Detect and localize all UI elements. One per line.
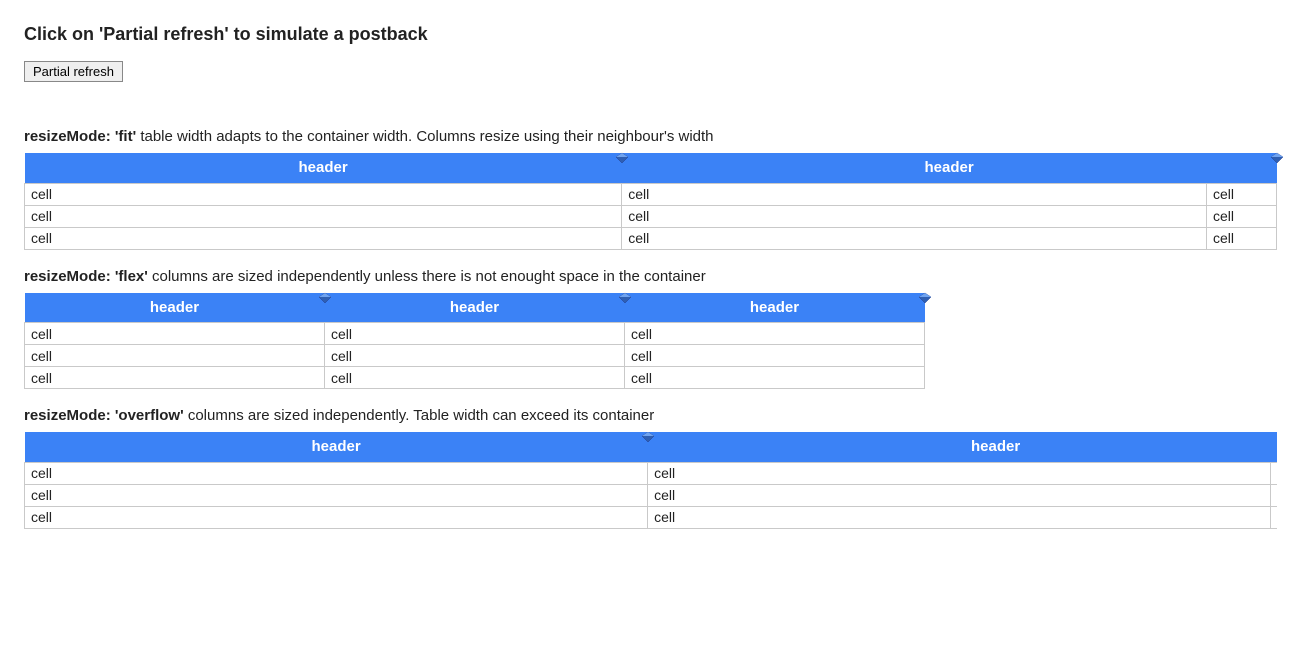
fit-desc-rest: table width adapts to the container widt… [136, 128, 713, 145]
table-cell: cell [1206, 183, 1276, 205]
overflow-header-row: header header [25, 432, 1278, 462]
table-row: cell cell cell [25, 227, 1277, 249]
overflow-header-1: header [971, 438, 1020, 455]
table-cell: cell [25, 183, 622, 205]
table-cell: cell [325, 323, 625, 345]
column-resize-handle-icon[interactable] [918, 292, 932, 304]
overflow-table-wrap[interactable]: header header cell cell cell cell cell c… [24, 432, 1277, 539]
table-cell: cell [325, 367, 625, 389]
flex-description: resizeMode: 'flex' columns are sized ind… [24, 268, 1277, 285]
table-cell: cell [622, 183, 1207, 205]
table-cell: cell [648, 506, 1271, 528]
table-cell: cell [1271, 484, 1277, 506]
overflow-header-cell: header [25, 432, 648, 462]
table-cell: cell [625, 367, 925, 389]
flex-header-cell: header [25, 293, 325, 323]
table-cell: cell [1206, 205, 1276, 227]
table-cell: cell [25, 323, 325, 345]
fit-header-row: header header [25, 153, 1277, 183]
fit-description: resizeMode: 'fit' table width adapts to … [24, 128, 1277, 145]
flex-header-cell: header [625, 293, 925, 323]
table-cell: cell [1271, 462, 1277, 484]
table-row: cell cell cell [25, 323, 925, 345]
flex-header-0: header [150, 299, 199, 316]
table-cell: cell [648, 462, 1271, 484]
overflow-description: resizeMode: 'overflow' columns are sized… [24, 407, 1277, 424]
table-cell: cell [25, 462, 648, 484]
flex-desc-rest: columns are sized independently unless t… [148, 268, 706, 285]
table-row: cell cell cell [25, 205, 1277, 227]
table-cell: cell [1271, 506, 1277, 528]
table-cell: cell [25, 205, 622, 227]
overflow-mode-label: resizeMode: 'overflow' [24, 407, 184, 424]
table-row: cell cell cell [25, 183, 1277, 205]
table-cell: cell [25, 227, 622, 249]
table-cell: cell [25, 506, 648, 528]
fit-table: header header cell cell cell cell cell c… [24, 153, 1277, 250]
table-row: cell cell cell [25, 484, 1278, 506]
table-cell: cell [622, 227, 1207, 249]
table-cell: cell [25, 345, 325, 367]
table-cell: cell [1206, 227, 1276, 249]
fit-table-wrap: header header cell cell cell cell cell c… [24, 153, 1277, 250]
table-cell: cell [625, 345, 925, 367]
flex-header-1: header [450, 299, 499, 316]
table-row: cell cell cell [25, 367, 925, 389]
table-cell: cell [25, 367, 325, 389]
table-cell: cell [622, 205, 1207, 227]
flex-table: header header header cell cell cell [24, 293, 925, 390]
column-resize-handle-icon[interactable] [318, 292, 332, 304]
page-title: Click on 'Partial refresh' to simulate a… [24, 24, 1277, 45]
flex-mode-label: resizeMode: 'flex' [24, 268, 148, 285]
flex-header-row: header header header [25, 293, 925, 323]
table-cell: cell [325, 345, 625, 367]
fit-header-cell: header [622, 153, 1277, 183]
overflow-header-0: header [311, 438, 360, 455]
overflow-header-cell: header [648, 432, 1277, 462]
table-cell: cell [25, 484, 648, 506]
flex-table-wrap: header header header cell cell cell [24, 293, 1277, 390]
column-resize-handle-icon[interactable] [641, 432, 655, 443]
table-row: cell cell cell [25, 345, 925, 367]
column-resize-handle-icon[interactable] [618, 292, 632, 304]
partial-refresh-button[interactable]: Partial refresh [24, 61, 123, 82]
table-row: cell cell cell [25, 462, 1278, 484]
fit-header-0: header [299, 159, 348, 176]
fit-mode-label: resizeMode: 'fit' [24, 128, 136, 145]
overflow-desc-rest: columns are sized independently. Table w… [184, 407, 655, 424]
column-resize-handle-icon[interactable] [615, 152, 629, 164]
flex-header-2: header [750, 299, 799, 316]
overflow-table: header header cell cell cell cell cell c… [24, 432, 1277, 529]
table-cell: cell [648, 484, 1271, 506]
table-cell: cell [625, 323, 925, 345]
column-resize-handle-icon[interactable] [1270, 152, 1284, 164]
fit-header-1: header [925, 159, 974, 176]
fit-header-cell: header [25, 153, 622, 183]
table-row: cell cell cell [25, 506, 1278, 528]
flex-header-cell: header [325, 293, 625, 323]
